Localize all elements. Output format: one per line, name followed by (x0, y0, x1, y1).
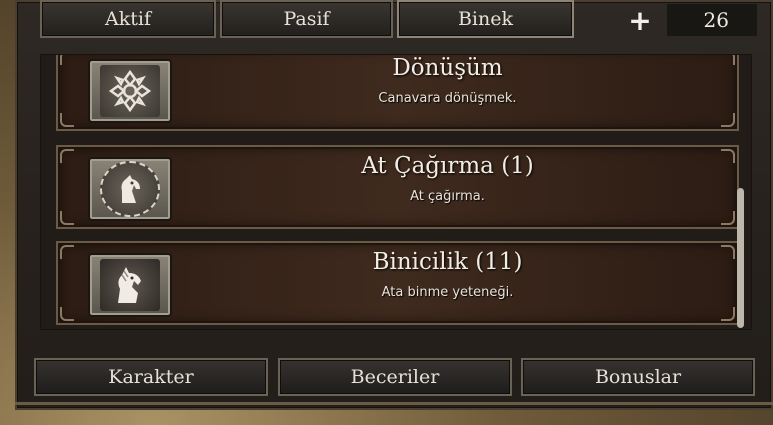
window-bottom-frame (15, 402, 773, 405)
corner-ornament (721, 211, 735, 225)
skill-description: Canavara dönüşmek. (378, 91, 517, 106)
corner-ornament (721, 113, 735, 127)
scrollbar-thumb[interactable] (737, 188, 744, 328)
skill-name: Binicilik (11) (372, 249, 523, 275)
skill-name: Dönüşüm (392, 55, 503, 81)
corner-ornament (60, 149, 74, 163)
tab-skills[interactable]: Beceriler (278, 358, 512, 396)
corner-ornament (60, 245, 74, 259)
skill-item[interactable]: Binicilik (11) Ata binme yeteneği. (56, 241, 739, 325)
skill-points-value: 26 (666, 3, 758, 37)
corner-ornament (721, 245, 735, 259)
corner-ornament (60, 307, 74, 321)
corner-ornament (721, 55, 735, 65)
corner-ornament (721, 307, 735, 321)
corner-ornament (60, 113, 74, 127)
tab-mount[interactable]: Binek (397, 0, 574, 38)
horse-call-icon[interactable] (88, 157, 172, 221)
tab-passive[interactable]: Pasif (220, 0, 393, 38)
corner-ornament (721, 149, 735, 163)
tab-bonuses[interactable]: Bonuslar (521, 358, 755, 396)
tab-character[interactable]: Karakter (34, 358, 268, 396)
horse-riding-icon[interactable] (88, 253, 172, 317)
skill-description: Ata binme yeteneği. (381, 285, 514, 300)
skill-name: At Çağırma (1) (361, 153, 534, 179)
corner-ornament (60, 211, 74, 225)
tab-active[interactable]: Aktif (40, 0, 216, 38)
add-skill-point-icon[interactable]: + (628, 2, 652, 38)
skill-item[interactable]: Dönüşüm Canavara dönüşmek. (56, 55, 739, 131)
skill-description: At çağırma. (410, 189, 485, 204)
corner-ornament (60, 55, 74, 65)
skill-item[interactable]: At Çağırma (1) At çağırma. (56, 145, 739, 229)
transformation-knot-icon[interactable] (88, 59, 172, 123)
skill-list: Dönüşüm Canavara dönüşmek. At Çağırma (1… (40, 54, 752, 330)
